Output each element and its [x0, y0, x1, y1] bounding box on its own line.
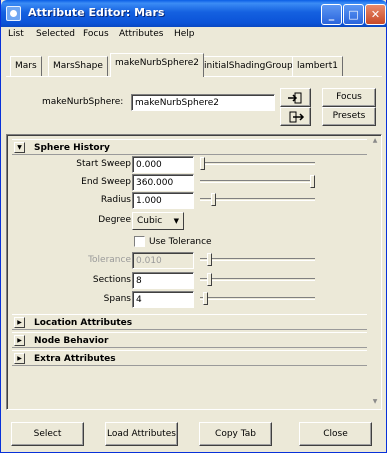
maximize-icon[interactable]: □	[343, 4, 364, 25]
degree-value: Cubic	[137, 216, 163, 226]
window-title: Attribute Editor: Mars	[28, 6, 165, 19]
degree-dropdown[interactable]: Cubic ▼	[132, 212, 184, 230]
radius-slider-thumb[interactable]	[211, 193, 216, 206]
menu-help[interactable]: Help	[174, 29, 195, 39]
collapse-arrow-icon[interactable]: ▼	[14, 142, 25, 153]
radius-label: Radius	[100, 195, 131, 205]
node-name-label: makeNurbSphere:	[42, 97, 124, 107]
end-sweep-label: End Sweep	[81, 177, 131, 187]
start-sweep-slider[interactable]	[200, 162, 315, 165]
section-title: Sphere History	[34, 143, 110, 153]
tab-makenurbsphere2[interactable]: makeNurbSphere2	[110, 53, 204, 77]
title-bar[interactable]: Attribute Editor: Mars _ □ ✕	[1, 0, 387, 27]
copy-tab-button[interactable]: Copy Tab	[199, 422, 272, 446]
tab-initialshadinggroup[interactable]: initialShadingGroup	[199, 56, 298, 76]
load-selected-button[interactable]	[280, 88, 311, 107]
chevron-down-icon: ▼	[173, 217, 179, 225]
load-attributes-button[interactable]: Load Attributes	[105, 422, 178, 446]
start-sweep-slider-thumb[interactable]	[200, 157, 205, 170]
attribute-editor-window: Attribute Editor: Mars _ □ ✕ List Select…	[0, 0, 387, 453]
expand-arrow-icon[interactable]: ▶	[14, 317, 25, 328]
show-output-button[interactable]	[280, 107, 311, 126]
sections-slider[interactable]	[200, 278, 315, 281]
vertical-scrollbar[interactable]: ▲ ▼	[369, 136, 381, 408]
end-sweep-field[interactable]: 360.000	[132, 174, 194, 191]
use-tolerance-checkbox[interactable]	[134, 236, 145, 247]
start-sweep-label: Start Sweep	[76, 159, 131, 169]
menu-selected[interactable]: Selected	[36, 29, 75, 39]
use-tolerance-label: Use Tolerance	[149, 237, 212, 247]
expand-arrow-icon[interactable]: ▶	[14, 335, 25, 346]
spans-slider[interactable]	[200, 297, 315, 300]
close-button[interactable]: Close	[299, 422, 372, 446]
section-title: Extra Attributes	[34, 354, 116, 364]
section-sphere-history[interactable]: ▼ Sphere History	[12, 139, 367, 155]
node-tabs: Mars MarsShape makeNurbSphere2 initialSh…	[6, 51, 382, 77]
tab-lambert1[interactable]: lambert1	[292, 56, 343, 76]
sections-slider-thumb[interactable]	[206, 273, 212, 286]
sections-field[interactable]: 8	[132, 272, 194, 289]
menu-list[interactable]: List	[8, 29, 24, 39]
load-selected-icon	[288, 92, 302, 104]
spans-slider-thumb[interactable]	[203, 292, 209, 305]
radius-field[interactable]: 1.000	[132, 192, 194, 209]
menu-focus[interactable]: Focus	[83, 29, 109, 39]
spans-label: Spans	[103, 294, 131, 304]
section-node-behavior[interactable]: ▶ Node Behavior	[12, 332, 367, 348]
section-title: Location Attributes	[34, 318, 133, 328]
sections-label: Sections	[92, 275, 131, 285]
tab-mars[interactable]: Mars	[10, 56, 42, 76]
degree-label: Degree	[98, 215, 131, 225]
tolerance-slider[interactable]	[200, 258, 315, 261]
close-icon[interactable]: ✕	[365, 4, 386, 25]
show-output-icon	[289, 111, 305, 123]
window-icon	[6, 6, 21, 21]
radius-slider[interactable]	[200, 198, 315, 201]
section-location-attributes[interactable]: ▶ Location Attributes	[12, 314, 367, 330]
end-sweep-slider-thumb[interactable]	[310, 175, 315, 188]
presets-button[interactable]: Presets	[322, 107, 376, 126]
menu-bar: List Selected Focus Attributes Help	[1, 27, 387, 42]
bottom-button-bar: Select Load Attributes Copy Tab Close	[1, 418, 387, 453]
select-button[interactable]: Select	[11, 422, 84, 446]
menu-attributes[interactable]: Attributes	[119, 29, 163, 39]
start-sweep-field[interactable]: 0.000	[132, 156, 194, 173]
tolerance-label: Tolerance	[88, 255, 131, 265]
focus-button[interactable]: Focus	[322, 88, 376, 107]
scroll-down-icon[interactable]: ▼	[369, 397, 381, 408]
attribute-panel: ▼ Sphere History Start Sweep 0.000 End S…	[6, 134, 382, 410]
tolerance-field[interactable]: 0.010	[132, 252, 194, 269]
node-name-row: makeNurbSphere: makeNurbSphere2 Focus Pr…	[6, 83, 382, 127]
section-extra-attributes[interactable]: ▶ Extra Attributes	[12, 350, 367, 366]
tolerance-slider-thumb[interactable]	[206, 253, 212, 266]
section-title: Node Behavior	[34, 336, 109, 346]
minimize-icon[interactable]: _	[321, 4, 342, 25]
end-sweep-slider[interactable]	[200, 180, 315, 183]
tab-marsshape[interactable]: MarsShape	[48, 56, 108, 76]
scroll-up-icon[interactable]: ▲	[369, 136, 381, 147]
node-name-field[interactable]: makeNurbSphere2	[131, 94, 275, 111]
spans-field[interactable]: 4	[132, 291, 194, 308]
expand-arrow-icon[interactable]: ▶	[14, 353, 25, 364]
